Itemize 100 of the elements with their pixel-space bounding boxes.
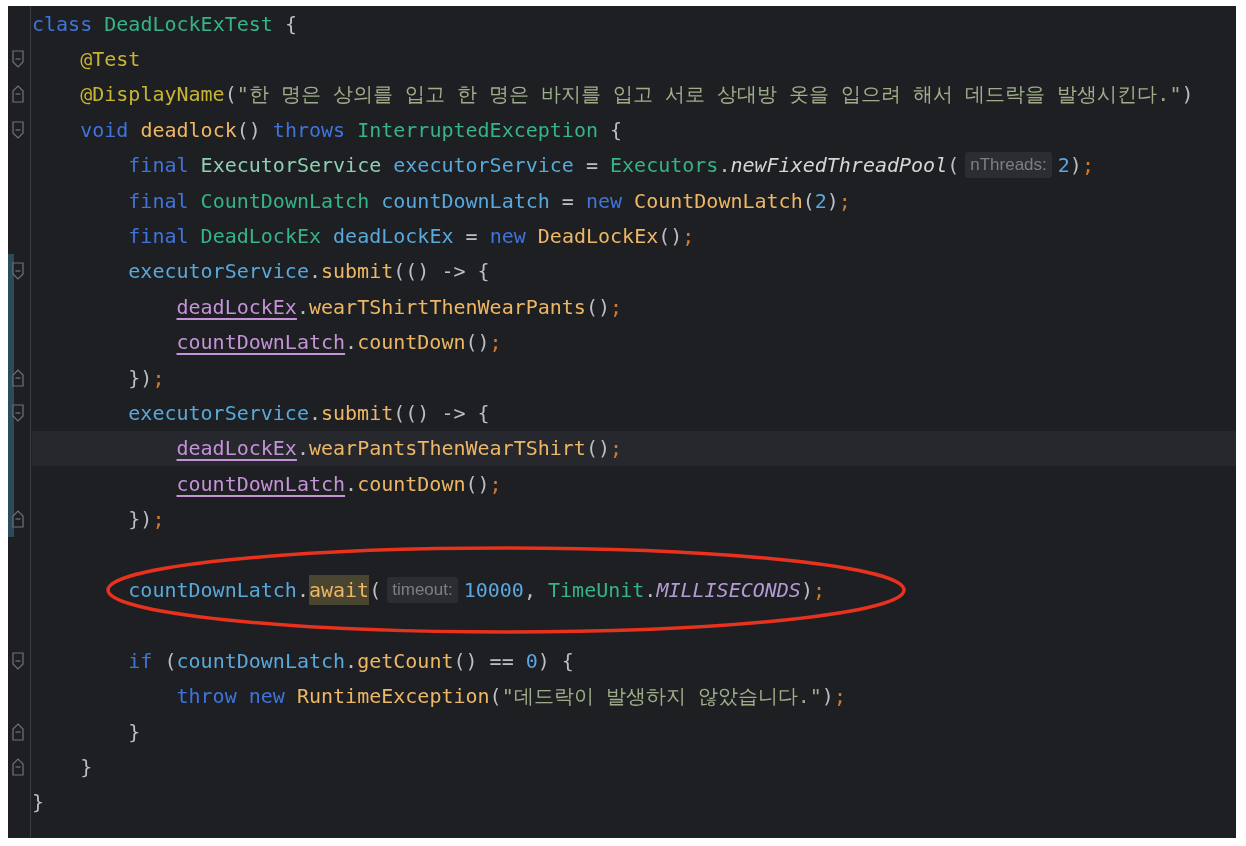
method-name: wearTShirtThenWearPants — [308, 293, 586, 321]
annotation: @Test — [80, 46, 141, 74]
method-name: submit — [321, 400, 394, 427]
variable-name: countDownLatch — [381, 187, 550, 215]
semicolon: ; — [812, 576, 825, 604]
code-punctuation: . — [296, 435, 309, 463]
keyword: throws — [272, 116, 346, 144]
code-punctuation: ( — [224, 81, 237, 109]
number-literal: 2 — [1057, 152, 1070, 180]
code-punctuation: }) — [128, 364, 153, 392]
type-name: ExecutorService — [200, 152, 382, 180]
method-name: await — [308, 574, 370, 605]
code-punctuation: . — [644, 576, 657, 604]
code-punctuation: { — [284, 10, 297, 38]
method-name: countDown — [357, 470, 466, 498]
method-name: wearPantsThenWearTShirt — [308, 435, 586, 463]
code-punctuation: ) — [826, 187, 839, 215]
fold-marker-icon[interactable] — [12, 651, 24, 670]
string-literal: "한 명은 상의를 입고 한 명은 바지를 입고 서로 상대방 옷을 입으려 해서 데드락을 발생시킨다." — [236, 81, 1182, 109]
code-punctuation: (() -> { — [393, 258, 490, 286]
type-name: TimeUnit — [548, 576, 645, 604]
code-punctuation: ( — [802, 187, 815, 215]
parameter-hint: timeout: — [387, 576, 458, 603]
code-punctuation: () — [585, 435, 610, 463]
fold-marker-icon[interactable] — [12, 757, 24, 776]
type-name: CountDownLatch — [200, 187, 370, 215]
code-punctuation: . — [308, 258, 321, 286]
number-literal: 0 — [525, 647, 538, 675]
keyword: final — [128, 187, 189, 215]
field-name: deadLockEx — [176, 435, 297, 463]
code-punctuation: } — [32, 789, 45, 817]
number-literal: 10000 — [463, 576, 524, 604]
fold-marker-icon[interactable] — [12, 510, 24, 529]
code-punctuation: ) — [800, 576, 813, 604]
fold-marker-icon[interactable] — [12, 404, 24, 422]
method-name: newFixedThreadPool — [730, 152, 948, 180]
code-punctuation: , — [523, 576, 537, 604]
keyword: new — [489, 223, 526, 251]
code-punctuation: } — [80, 753, 93, 781]
code-punctuation: ) — [1069, 152, 1082, 180]
keyword: final — [128, 152, 189, 180]
method-name: DeadLockEx — [537, 223, 659, 251]
semicolon: ; — [610, 293, 623, 321]
fold-marker-icon[interactable] — [12, 120, 24, 139]
code-punctuation: ( — [164, 647, 177, 675]
code-punctuation: = — [585, 152, 599, 180]
code-punctuation: () — [585, 293, 610, 321]
semicolon: ; — [489, 470, 502, 498]
code-punctuation: = — [561, 187, 575, 215]
semicolon: ; — [610, 435, 623, 463]
code-punctuation: ( — [369, 576, 382, 604]
field-name: countDownLatch — [176, 470, 346, 498]
method-name: deadlock — [140, 116, 237, 144]
variable-name: countDownLatch — [176, 647, 346, 675]
type-name: DeadLockExTest — [104, 10, 273, 38]
fold-marker-icon[interactable] — [12, 262, 24, 281]
code-punctuation: ) { — [537, 647, 574, 675]
variable-name: executorService — [128, 400, 309, 427]
code-punctuation: . — [296, 293, 309, 321]
code-punctuation: . — [296, 576, 309, 604]
method-name: CountDownLatch — [634, 187, 803, 215]
fold-marker-icon[interactable] — [12, 368, 24, 387]
fold-marker-icon[interactable] — [12, 50, 24, 69]
variable-name: deadLockEx — [333, 223, 454, 251]
method-name: RuntimeException — [296, 683, 490, 711]
keyword: new — [585, 187, 623, 215]
keyword: if — [128, 647, 153, 675]
method-name: getCount — [357, 647, 454, 675]
code-punctuation: } — [128, 718, 141, 746]
semicolon: ; — [1081, 152, 1094, 180]
keyword: throw — [176, 683, 237, 711]
parameter-hint: nThreads: — [965, 152, 1052, 179]
type-name: DeadLockEx — [200, 223, 321, 251]
code-punctuation: () — [465, 470, 490, 498]
code-punctuation: () — [465, 329, 490, 357]
string-literal: "데드락이 발생하지 않았습니다." — [501, 683, 822, 711]
type-name: Executors — [610, 152, 719, 180]
code-punctuation: . — [345, 470, 358, 498]
code-punctuation: ( — [947, 152, 960, 180]
semicolon: ; — [682, 223, 695, 251]
semicolon: ; — [833, 683, 846, 711]
code-punctuation: }) — [128, 506, 153, 534]
variable-name: countDownLatch — [128, 576, 297, 604]
variable-name: executorService — [128, 258, 309, 286]
annotation: @DisplayName — [80, 81, 225, 109]
code-punctuation: = — [465, 223, 479, 251]
number-literal: 2 — [814, 187, 827, 215]
semicolon: ; — [152, 364, 165, 392]
keyword: new — [248, 683, 285, 711]
code-punctuation: . — [345, 647, 358, 675]
variable-name: executorService — [393, 152, 574, 180]
method-name: submit — [321, 258, 394, 286]
semicolon: ; — [152, 506, 165, 534]
field-name: deadLockEx — [176, 293, 297, 321]
code-punctuation: () == — [453, 647, 515, 675]
code-punctuation: { — [610, 116, 623, 144]
fold-marker-icon[interactable] — [12, 722, 24, 741]
constant-name: MILLISECONDS — [656, 576, 801, 604]
fold-marker-icon[interactable] — [12, 85, 24, 104]
type-name: InterruptedException — [357, 116, 598, 144]
